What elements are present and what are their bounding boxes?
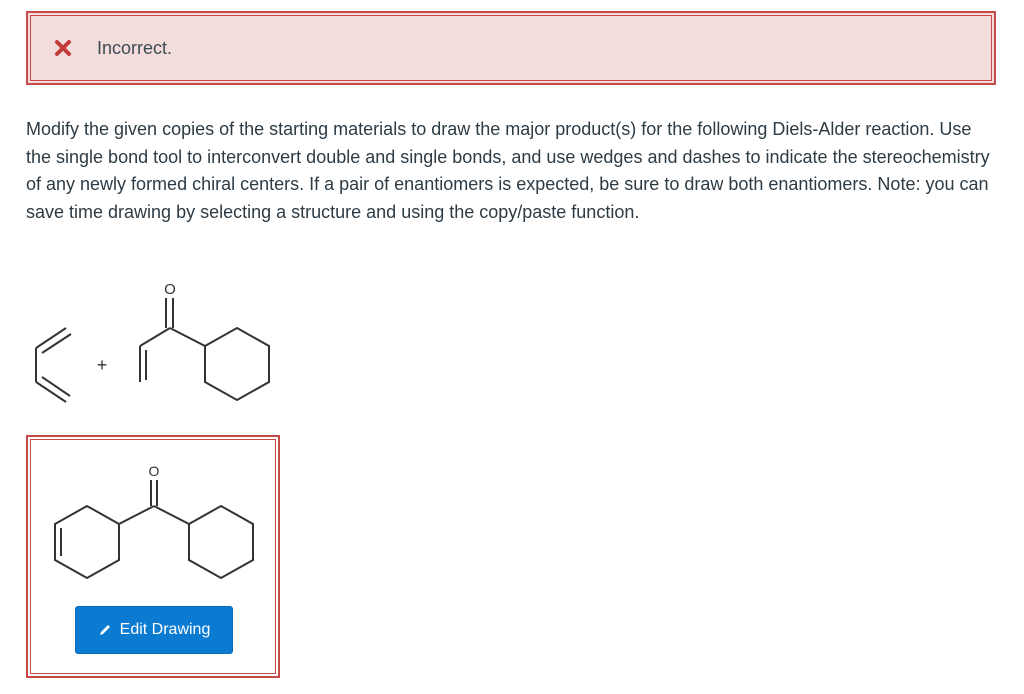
dienophile-oxygen-label: O [164,281,176,298]
question-prompt: Modify the given copies of the starting … [26,119,990,222]
feedback-alert: Incorrect. [26,11,996,85]
edit-drawing-label: Edit Drawing [119,621,211,638]
reaction-scheme: + O [20,270,290,420]
answer-drawing-inner: O Edit Drawing [30,439,276,674]
product-structure: O [54,463,254,580]
dienophile-structure [139,298,270,402]
diene-structure [35,327,72,403]
feedback-status-text: Incorrect. [97,37,173,58]
x-icon [53,38,73,58]
product-oxygen-label: O [149,463,160,479]
edit-drawing-button[interactable]: Edit Drawing [75,606,233,654]
feedback-alert-inner: Incorrect. [30,15,992,81]
answer-drawing-box[interactable]: O Edit Drawing [26,435,280,678]
pencil-icon [98,623,112,637]
reaction-svg: + O [35,281,270,403]
reaction-plus-sign: + [97,355,108,375]
